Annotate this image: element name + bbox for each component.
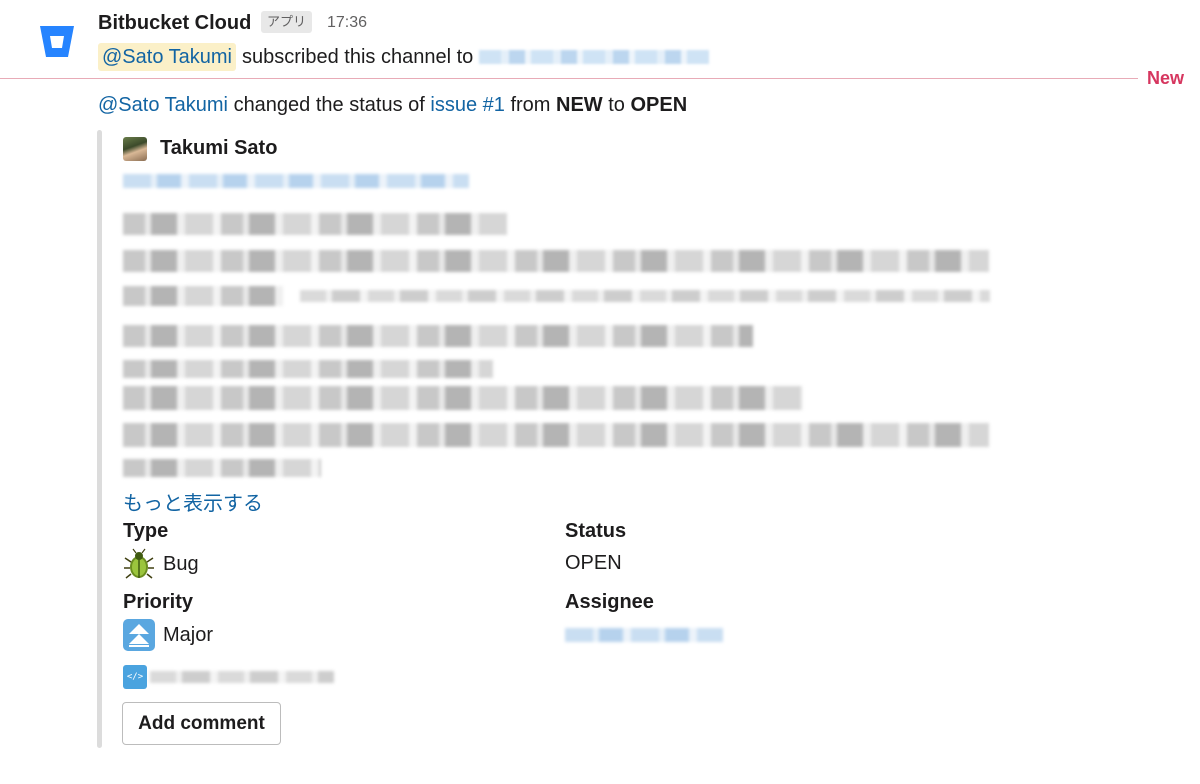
status-value: OPEN [565, 552, 622, 574]
user-mention[interactable]: @Sato Takumi [98, 94, 228, 116]
app-badge: アプリ [261, 11, 313, 33]
status-label: Status [565, 520, 627, 542]
redacted-text-line [123, 286, 283, 306]
message-text: changed the status of [233, 94, 425, 116]
sender-name[interactable]: Bitbucket Cloud [98, 12, 251, 35]
type-label: Type [123, 520, 169, 542]
redacted-text-line [123, 360, 493, 378]
redacted-text-line [123, 386, 803, 410]
message-text: @Sato Takumi subscribed this channel to [98, 43, 710, 71]
type-value: Bug [123, 548, 199, 580]
redacted-text-line [123, 250, 989, 272]
to-status: OPEN [630, 94, 688, 116]
add-comment-button[interactable]: Add comment [122, 702, 281, 745]
redacted-repo-name[interactable] [150, 671, 334, 683]
redacted-repo-link[interactable] [479, 50, 710, 64]
priority-text: Major [163, 623, 214, 646]
beetle-icon [124, 548, 154, 579]
bitbucket-logo-icon[interactable] [34, 17, 80, 63]
new-messages-divider [0, 78, 1138, 79]
show-more-link[interactable]: もっと表示する [123, 487, 263, 516]
avatar[interactable] [123, 137, 147, 161]
message-text: to [608, 94, 625, 116]
redacted-assignee-link[interactable] [565, 628, 723, 642]
double-up-arrow-icon [123, 619, 155, 651]
new-label: New [1147, 68, 1185, 88]
assignee-label: Assignee [565, 591, 654, 613]
priority-value: Major [123, 619, 213, 651]
attachment-bar [97, 130, 102, 748]
type-text: Bug [163, 552, 199, 575]
redacted-text-line [123, 459, 321, 477]
redacted-text-line [300, 290, 990, 302]
code-icon: </> [123, 665, 147, 689]
redacted-text-line [123, 325, 753, 347]
message-timestamp[interactable]: 17:36 [327, 14, 367, 32]
redacted-text-line [123, 213, 507, 235]
message-body: subscribed this channel to [242, 46, 474, 68]
priority-label: Priority [123, 591, 194, 613]
issue-link[interactable]: issue #1 [430, 94, 505, 116]
user-mention[interactable]: @Sato Takumi [98, 43, 236, 71]
status-change-message: @Sato Takumi changed the status of issue… [98, 92, 687, 118]
message-text: from [510, 94, 551, 116]
redacted-text-line [123, 423, 989, 447]
attachment-author[interactable]: Takumi Sato [160, 137, 277, 160]
from-status: NEW [556, 94, 603, 116]
redacted-issue-title[interactable] [123, 174, 469, 188]
